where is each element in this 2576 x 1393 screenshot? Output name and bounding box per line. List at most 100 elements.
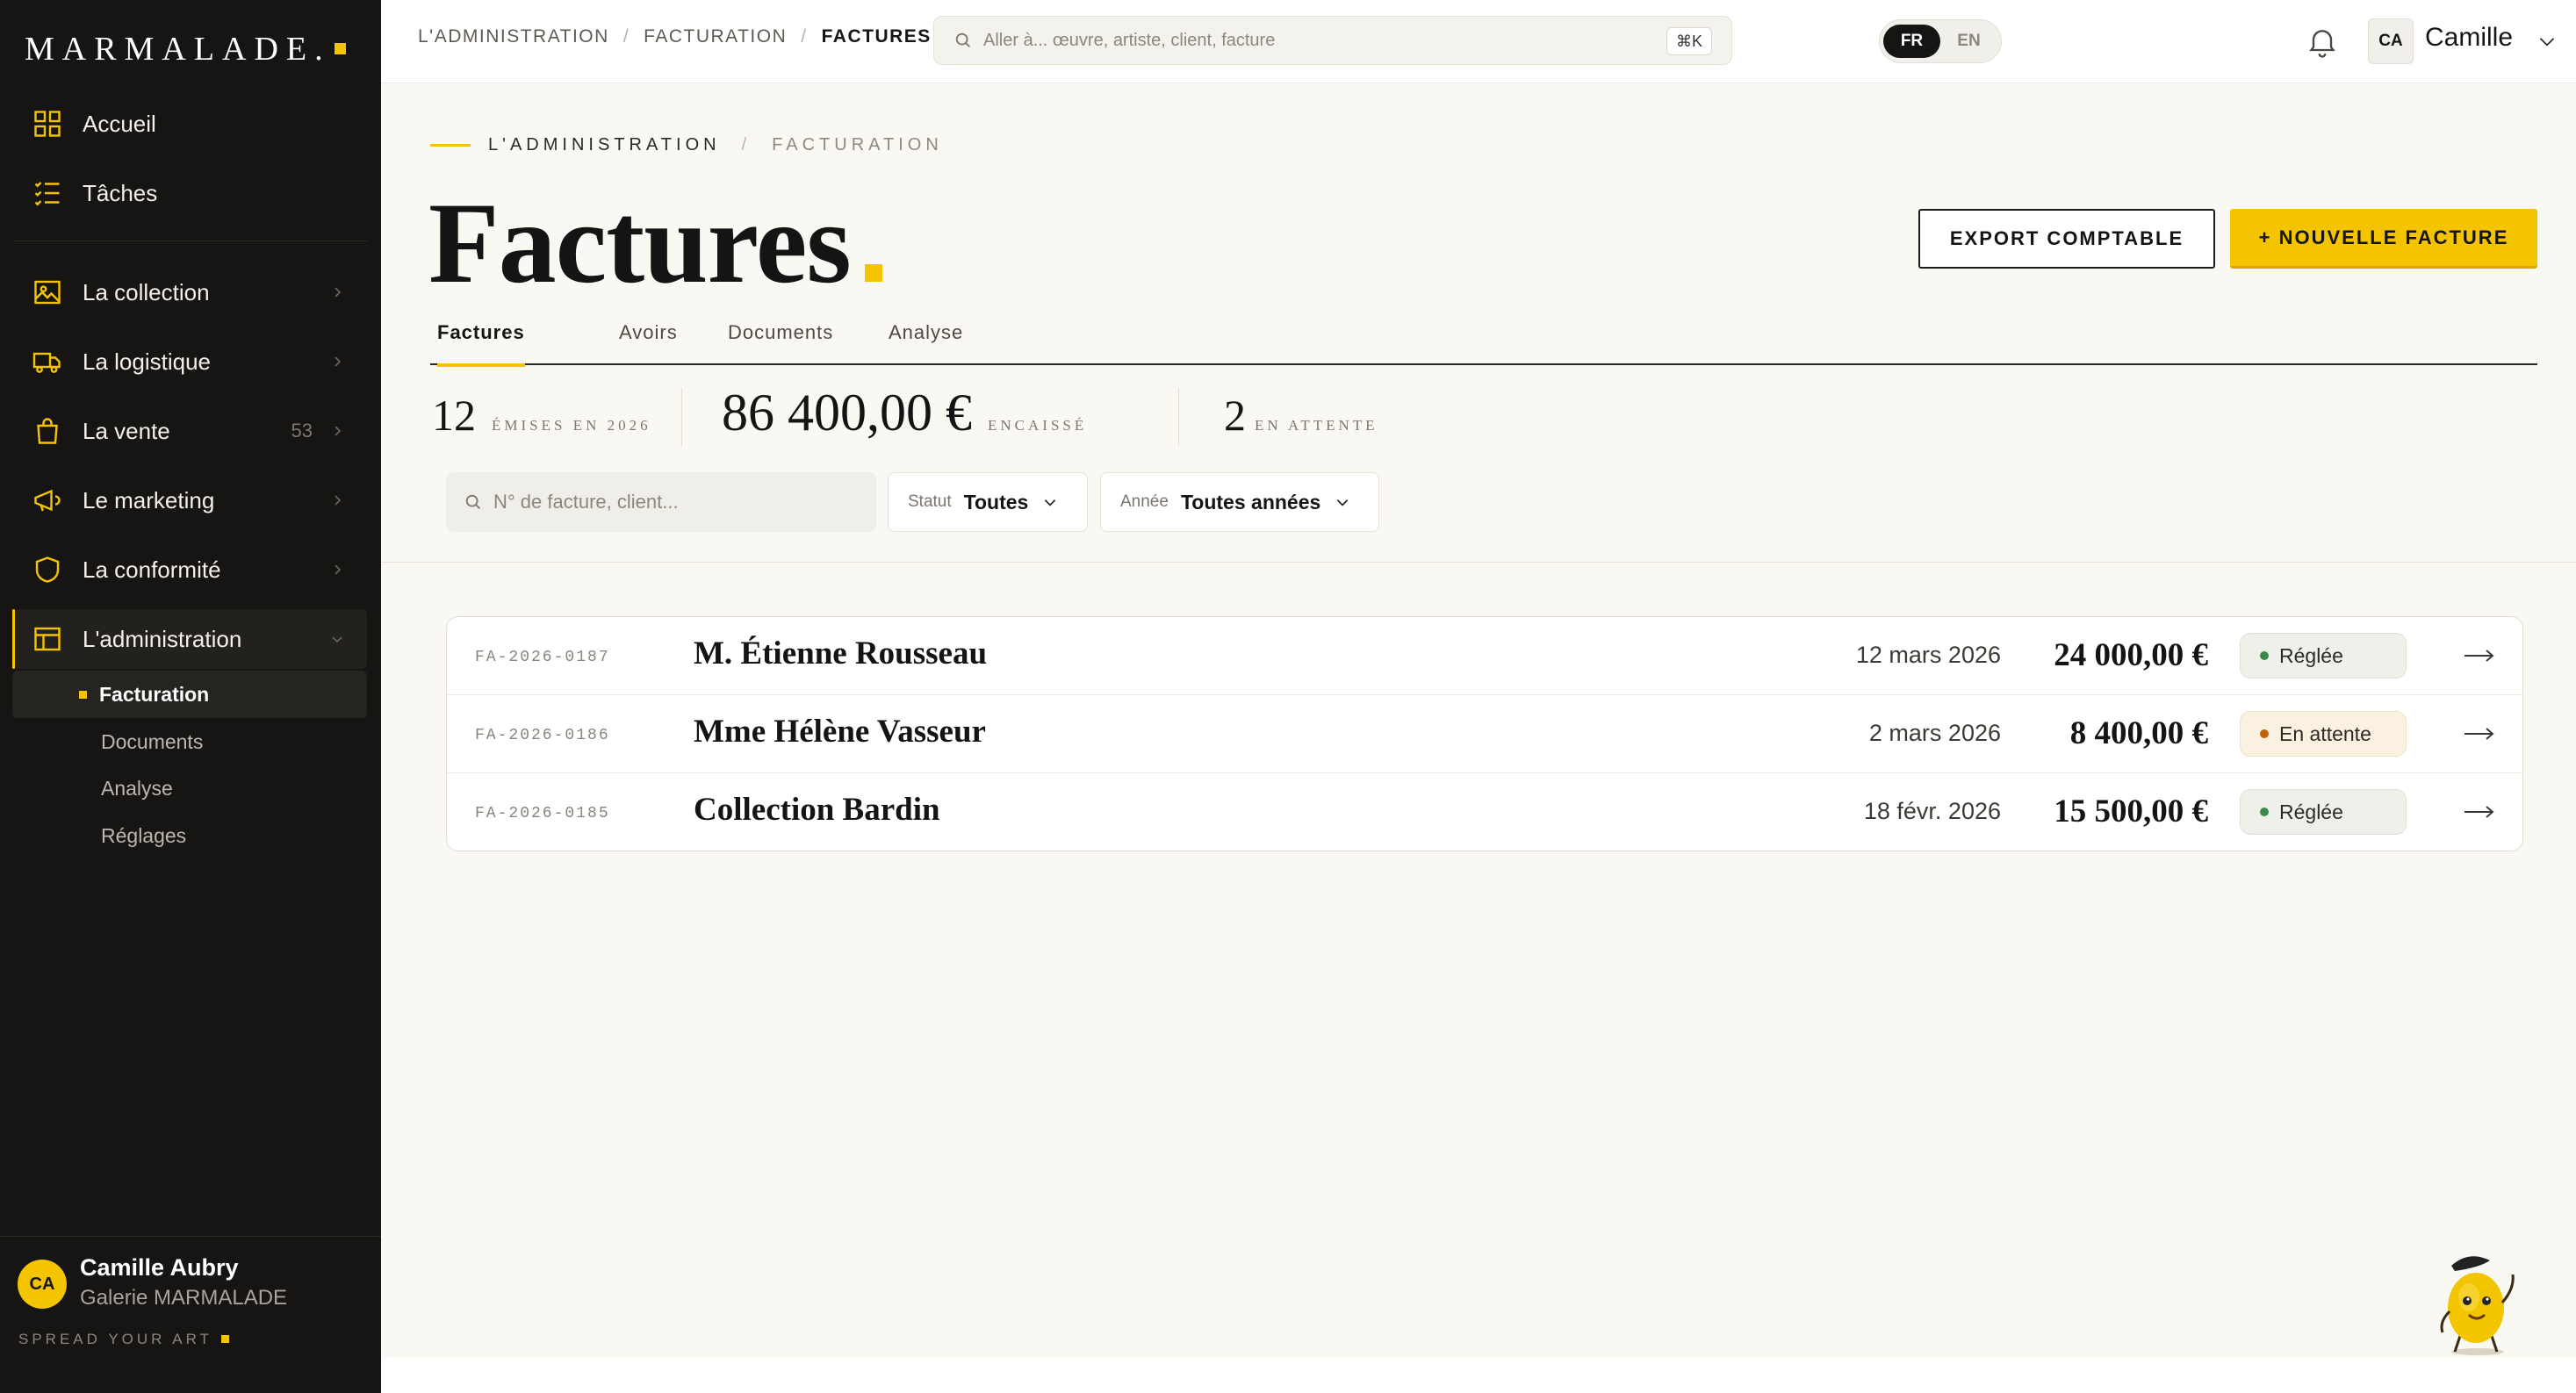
- arrow-right-icon[interactable]: [2463, 801, 2496, 822]
- invoice-date: 12 mars 2026: [1855, 642, 2001, 668]
- export-button[interactable]: EXPORT COMPTABLE: [1918, 209, 2215, 269]
- breadcrumb-item[interactable]: FACTURATION: [644, 26, 787, 47]
- stat-divider: [1178, 388, 1179, 446]
- sidebar-item-label: La conformité: [83, 556, 221, 583]
- image-icon: [30, 275, 65, 310]
- eyebrow-accent-line: [430, 144, 471, 147]
- filter-value: Toutes années: [1180, 490, 1321, 513]
- sidebar-user-block[interactable]: CA Camille Aubry Galerie MARMALADE SPREA…: [0, 1236, 381, 1393]
- tab-avoirs[interactable]: Avoirs: [619, 318, 678, 365]
- subnav-item-analyse[interactable]: Analyse: [12, 765, 367, 812]
- language-switch: FR EN: [1879, 19, 2002, 63]
- invoice-date: 2 mars 2026: [1868, 720, 2001, 746]
- eyebrow-item: L'ADMINISTRATION: [488, 135, 721, 154]
- invoice-date: 18 févr. 2026: [1863, 798, 2001, 824]
- chevron-down-icon: [1045, 499, 1056, 506]
- tab-analyse[interactable]: Analyse: [889, 318, 963, 365]
- lang-fr-button[interactable]: FR: [1883, 25, 1940, 58]
- sidebar-item-label: La collection: [83, 278, 210, 305]
- mascot-lemon-icon[interactable]: [2427, 1250, 2529, 1357]
- filter-value: Toutes: [963, 490, 1029, 513]
- invoice-client: M. Étienne Rousseau: [694, 635, 988, 671]
- bell-icon[interactable]: [2305, 24, 2340, 59]
- status-filter[interactable]: Statut Toutes: [888, 472, 1088, 532]
- user-menu-name[interactable]: Camille: [2425, 23, 2513, 53]
- table-row[interactable]: FA-2026-0185 Collection Bardin 18 févr. …: [447, 773, 2522, 851]
- tab-factures[interactable]: Factures: [437, 318, 525, 367]
- avatar: CA: [18, 1260, 67, 1309]
- sidebar-item-marketing[interactable]: Le marketing: [14, 472, 367, 528]
- filter-label: Année: [1120, 492, 1169, 511]
- global-search[interactable]: ⌘K: [933, 16, 1732, 65]
- avatar[interactable]: CA: [2368, 18, 2414, 64]
- sidebar-item-collection[interactable]: La collection: [14, 264, 367, 320]
- chevron-right-icon: [335, 495, 342, 506]
- main-content: L'ADMINISTRATION / FACTURATION Factures …: [381, 84, 2576, 1358]
- subnav-item-documents[interactable]: Documents: [12, 718, 367, 765]
- stat-value: 12: [432, 391, 476, 440]
- invoice-search-input[interactable]: [493, 491, 871, 513]
- chevron-right-icon: [335, 564, 342, 575]
- sidebar-item-label: La vente: [83, 417, 170, 444]
- status-dot: [2260, 651, 2269, 660]
- chevron-right-icon: [335, 287, 342, 298]
- sidebar-item-conformite[interactable]: La conformité: [14, 542, 367, 598]
- breadcrumb-current: FACTURES: [821, 26, 932, 47]
- breadcrumb-separator: /: [622, 26, 630, 47]
- truck-icon: [30, 344, 65, 379]
- megaphone-icon: [30, 483, 65, 518]
- year-filter[interactable]: Année Toutes années: [1100, 472, 1379, 532]
- sidebar-item-label: Accueil: [83, 110, 156, 137]
- breadcrumb-item[interactable]: L'ADMINISTRATION: [418, 26, 609, 47]
- eyebrow-item: FACTURATION: [772, 135, 943, 154]
- tab-bar: Factures Avoirs Documents Analyse: [430, 318, 2537, 367]
- brand-logo[interactable]: MARMALADE.: [25, 30, 346, 68]
- stat-caption: ÉMISES EN 2026: [492, 417, 651, 434]
- subnav-item-reglages[interactable]: Réglages: [12, 812, 367, 859]
- subnav-item-facturation[interactable]: Facturation: [12, 671, 367, 718]
- stat-caption: EN ATTENTE: [1255, 417, 1378, 434]
- chevron-down-icon[interactable]: [2536, 30, 2558, 53]
- sidebar-item-label: Le marketing: [83, 486, 215, 513]
- status-dot: [2260, 729, 2269, 738]
- breadcrumb-separator: /: [801, 26, 808, 47]
- shortcut-hint: ⌘K: [1666, 27, 1712, 55]
- sales-count-badge: 53: [291, 420, 313, 442]
- new-invoice-button[interactable]: + NOUVELLE FACTURE: [2230, 209, 2537, 269]
- subnav-label: Réglages: [101, 823, 187, 847]
- page-title: Factures: [428, 176, 882, 310]
- lang-en-button[interactable]: EN: [1940, 25, 1997, 58]
- invoice-ref: FA-2026-0187: [475, 649, 610, 666]
- sidebar-item-administration[interactable]: L'administration: [12, 609, 367, 669]
- subnav-label: Documents: [101, 729, 204, 753]
- sidebar-item-vente[interactable]: La vente 53: [14, 403, 367, 459]
- sidebar-item-taches[interactable]: Tâches: [14, 165, 367, 221]
- breadcrumb: L'ADMINISTRATION / FACTURATION / FACTURE…: [418, 26, 932, 47]
- chevron-right-icon: [335, 426, 342, 436]
- filter-label: Statut: [908, 492, 952, 511]
- chevron-right-icon: [335, 356, 342, 367]
- sidebar: MARMALADE. Accueil Tâches La collection …: [0, 0, 381, 1393]
- invoice-client: Collection Bardin: [694, 792, 940, 828]
- user-org: Galerie MARMALADE: [80, 1286, 288, 1310]
- user-name: Camille Aubry: [80, 1254, 239, 1281]
- search-icon: [465, 494, 480, 509]
- eyebrow-separator: /: [741, 135, 752, 154]
- stat-value: 2: [1224, 391, 1246, 440]
- table-row[interactable]: FA-2026-0187 M. Étienne Rousseau 12 mars…: [447, 617, 2522, 695]
- tab-documents[interactable]: Documents: [728, 318, 833, 365]
- table-row[interactable]: FA-2026-0186 Mme Hélène Vasseur 2 mars 2…: [447, 695, 2522, 773]
- footer-strip: [381, 1358, 2576, 1393]
- sidebar-item-accueil[interactable]: Accueil: [14, 96, 367, 152]
- arrow-right-icon[interactable]: [2463, 723, 2496, 744]
- subnav-label: Analyse: [101, 776, 173, 800]
- invoice-amount: 15 500,00 €: [2054, 793, 2208, 829]
- window-icon: [30, 621, 65, 657]
- invoice-amount: 8 400,00 €: [2069, 715, 2208, 751]
- stat-collected: 86 400,00 € ENCAISSÉ: [722, 383, 1087, 443]
- sidebar-item-logistique[interactable]: La logistique: [14, 334, 367, 390]
- invoice-amount: 24 000,00 €: [2054, 637, 2208, 673]
- invoice-search[interactable]: [446, 472, 876, 532]
- arrow-right-icon[interactable]: [2463, 645, 2496, 666]
- global-search-input[interactable]: [983, 30, 1651, 51]
